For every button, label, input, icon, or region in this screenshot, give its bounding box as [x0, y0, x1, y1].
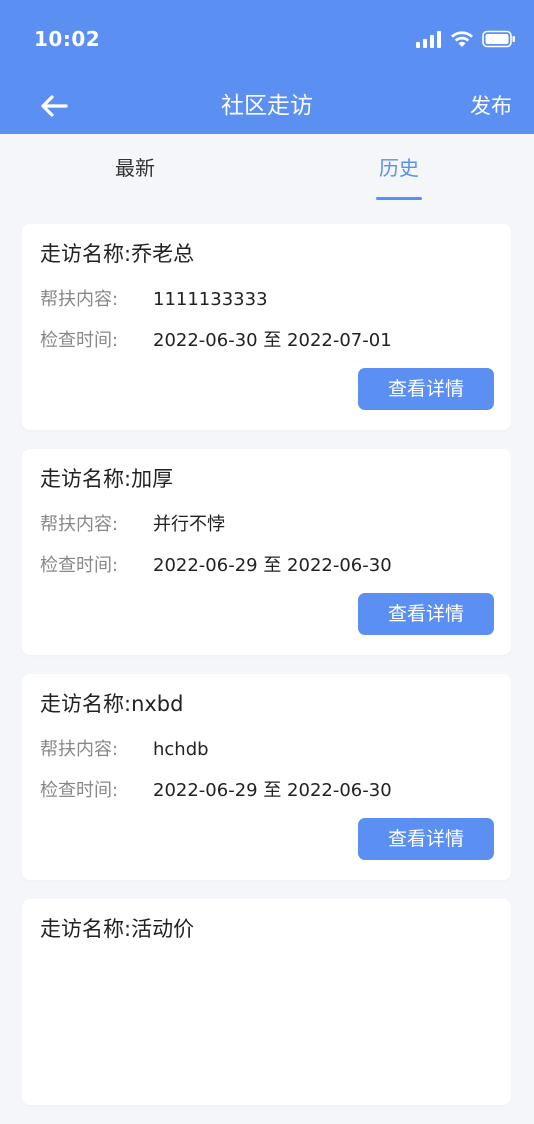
back-button[interactable]	[34, 86, 74, 126]
support-content-label: 帮扶内容:	[40, 289, 119, 310]
support-content-label: 帮扶内容:	[40, 739, 119, 760]
status-bar: 10:02	[0, 0, 534, 78]
wifi-icon	[451, 31, 473, 47]
visit-name: 走访名称:乔老总	[40, 242, 195, 266]
header: 10:02 社区走访 发布	[0, 0, 534, 134]
support-content-row: 帮扶内容: 并行不悖	[40, 511, 225, 539]
status-time: 10:02	[34, 27, 101, 51]
view-details-button[interactable]: 查看详情	[358, 818, 494, 860]
view-details-button[interactable]: 查看详情	[358, 368, 494, 410]
visit-name: 走访名称:nxbd	[40, 692, 184, 716]
active-tab-indicator	[376, 197, 422, 200]
navbar: 社区走访 发布	[0, 78, 534, 134]
check-time-value: 2022-06-30 至 2022-07-01	[153, 330, 392, 351]
tab-bar: 最新 历史	[0, 134, 534, 206]
visit-card: 走访名称:nxbd 帮扶内容: hchdb 检查时间: 2022-06-29 至…	[22, 674, 511, 880]
tab-history[interactable]: 历史	[360, 152, 438, 200]
check-time-value: 2022-06-29 至 2022-06-30	[153, 555, 392, 576]
support-content-row: 帮扶内容: hchdb	[40, 736, 209, 764]
view-details-button[interactable]: 查看详情	[358, 593, 494, 635]
check-time-row: 检查时间: 2022-06-30 至 2022-07-01	[40, 327, 392, 355]
visit-name: 走访名称:加厚	[40, 467, 174, 491]
check-time-row: 检查时间: 2022-06-29 至 2022-06-30	[40, 552, 392, 580]
visit-card: 走访名称:加厚 帮扶内容: 并行不悖 检查时间: 2022-06-29 至 20…	[22, 449, 511, 655]
tab-latest[interactable]: 最新	[96, 152, 174, 184]
battery-icon	[482, 30, 515, 48]
check-time-label: 检查时间:	[40, 555, 119, 576]
support-content-value: hchdb	[153, 739, 209, 760]
check-time-value: 2022-06-29 至 2022-06-30	[153, 780, 392, 801]
support-content-value: 1111133333	[153, 289, 268, 310]
check-time-row: 检查时间: 2022-06-29 至 2022-06-30	[40, 777, 392, 805]
visit-card: 走访名称:乔老总 帮扶内容: 1111133333 检查时间: 2022-06-…	[22, 224, 511, 430]
publish-button[interactable]: 发布	[470, 86, 512, 126]
support-content-value: 并行不悖	[153, 514, 225, 535]
tab-latest-label: 最新	[115, 156, 155, 180]
visit-list: 走访名称:乔老总 帮扶内容: 1111133333 检查时间: 2022-06-…	[22, 224, 511, 1124]
tab-history-label: 历史	[379, 156, 419, 180]
check-time-label: 检查时间:	[40, 780, 119, 801]
support-content-row: 帮扶内容: 1111133333	[40, 286, 268, 314]
status-icons	[416, 29, 516, 49]
check-time-label: 检查时间:	[40, 330, 119, 351]
signal-icon	[416, 30, 442, 48]
page-title: 社区走访	[221, 93, 313, 119]
back-arrow-icon	[41, 95, 68, 117]
visit-card: 走访名称:活动价	[22, 899, 511, 1105]
support-content-label: 帮扶内容:	[40, 514, 119, 535]
visit-name: 走访名称:活动价	[40, 917, 195, 941]
